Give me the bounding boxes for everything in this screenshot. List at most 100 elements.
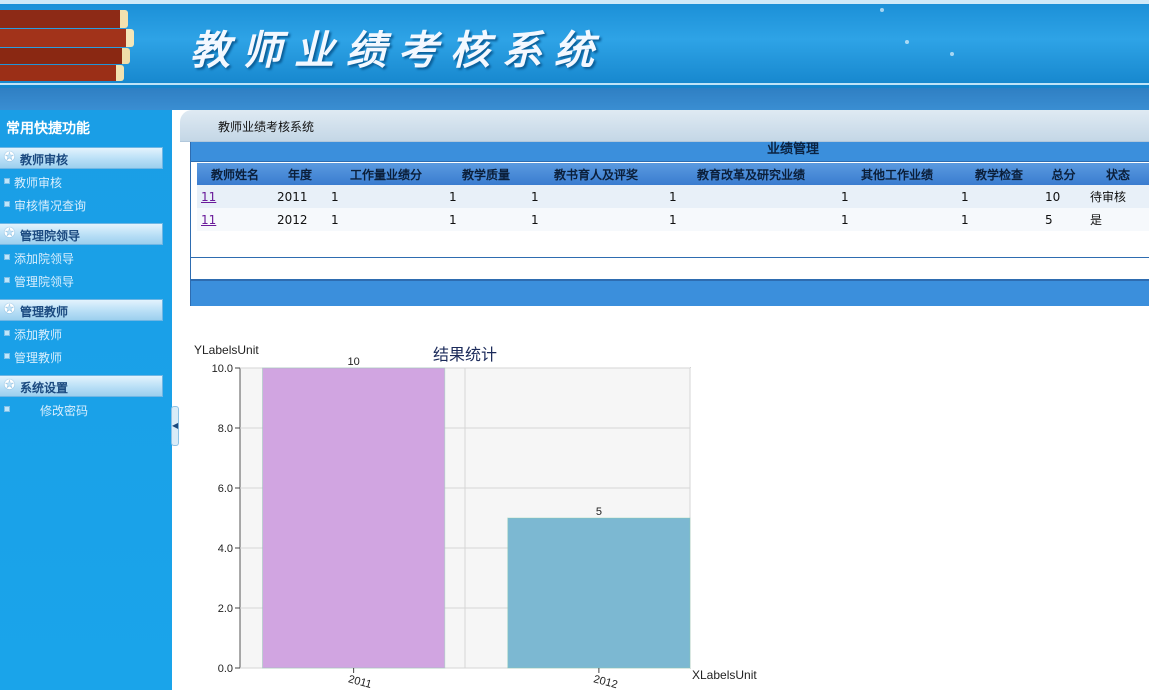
table-cell: 11 — [197, 208, 273, 231]
sidebar-item-review-status-query[interactable]: 审核情况查询 — [0, 194, 163, 214]
column-header: 教书育人及评奖 — [527, 163, 665, 185]
section-system-settings[interactable]: ✪ 系统设置 — [0, 375, 163, 397]
subheader-bar — [0, 88, 1149, 110]
table-cell: 1 — [327, 208, 445, 231]
sidebar-item-label: 教师审核 — [14, 176, 63, 190]
sidebar-item-label: 添加教师 — [14, 328, 63, 342]
column-header: 教育改革及研究业绩 — [665, 163, 837, 185]
y-axis-label: YLabelsUnit — [194, 343, 259, 357]
column-header: 年度 — [273, 163, 327, 185]
y-tick-label: 6.0 — [218, 483, 233, 495]
table-cell: 1 — [665, 208, 837, 231]
column-header: 工作量业绩分 — [327, 163, 445, 185]
column-header: 总分 — [1041, 163, 1086, 185]
teacher-name-link[interactable]: 11 — [201, 213, 216, 227]
table-cell: 1 — [665, 185, 837, 208]
records-panel: 业绩管理 教师姓名 年度 工作量业绩分 教学质量 教书育人及评奖 教育改革及研究… — [190, 142, 1149, 306]
sidebar-title: 常用快捷功能 — [6, 121, 90, 137]
section-manage-teachers[interactable]: ✪ 管理教师 — [0, 299, 163, 321]
sidebar-item-label: 添加院领导 — [14, 252, 75, 266]
sidebar-item-add-leader[interactable]: 添加院领导 — [0, 247, 163, 267]
sidebar-item-manage-teacher[interactable]: 管理教师 — [0, 346, 163, 366]
x-axis-label: XLabelsUnit — [692, 668, 757, 682]
y-tick-label: 2.0 — [218, 603, 233, 615]
y-axis-ticks: 0.0 2.0 4.0 6.0 8.0 10.0 — [212, 363, 240, 675]
table-cell: 5 — [1041, 208, 1086, 231]
table-cell: 1 — [957, 185, 1041, 208]
sidebar-item-manage-leader[interactable]: 管理院领导 — [0, 270, 163, 290]
result-chart: 0.0 2.0 4.0 6.0 8.0 10.0 2011 2012 10 5 结果统计 YL… — [190, 338, 790, 690]
star-icon: ✪ — [4, 226, 15, 241]
column-header: 教师姓名 — [197, 163, 273, 185]
bullet-icon — [4, 201, 10, 207]
table-cell: 是 — [1086, 208, 1149, 231]
x-tick-label: 2011 — [347, 673, 373, 690]
table-cell: 1 — [327, 185, 445, 208]
table-cell: 1 — [445, 208, 527, 231]
sparkle — [905, 40, 909, 44]
bullet-icon — [4, 330, 10, 336]
y-tick-label: 4.0 — [218, 543, 233, 555]
y-tick-label: 10.0 — [212, 363, 233, 375]
star-icon: ✪ — [4, 150, 15, 165]
bullet-icon — [4, 353, 10, 359]
section-label: 教师审核 — [20, 153, 69, 167]
table-cell: 1 — [527, 185, 665, 208]
banner-bottom-rule — [0, 83, 1149, 85]
sparkle — [880, 8, 884, 12]
y-tick-label: 8.0 — [218, 423, 233, 435]
banner-top-rule — [0, 0, 1149, 4]
data-label: 5 — [596, 506, 602, 518]
chart-title: 结果统计 — [433, 346, 497, 364]
x-tick-label: 2012 — [592, 673, 619, 690]
sidebar-item-change-password[interactable]: 修改密码 — [0, 399, 163, 419]
section-label: 管理院领导 — [20, 229, 81, 243]
sparkle — [950, 52, 954, 56]
y-tick-label: 0.0 — [218, 663, 233, 675]
breadcrumb: 教师业绩考核系统 — [180, 110, 1149, 142]
star-icon: ✪ — [4, 378, 15, 393]
table-cell: 1 — [957, 208, 1041, 231]
teacher-name-link[interactable]: 11 — [201, 190, 216, 204]
panel-title: 业绩管理 — [767, 142, 820, 157]
column-header: 状态 — [1086, 163, 1149, 185]
bullet-icon — [4, 277, 10, 283]
table-row: 11 2011 1 1 1 1 1 1 10 待审核 — [197, 185, 1149, 208]
sidebar-item-label: 管理教师 — [14, 351, 63, 365]
table-cell: 1 — [445, 185, 527, 208]
sidebar-item-label: 修改密码 — [40, 404, 89, 418]
table-row: 11 2012 1 1 1 1 1 1 5 是 — [197, 208, 1149, 231]
table-header-row: 教师姓名 年度 工作量业绩分 教学质量 教书育人及评奖 教育改革及研究业绩 其他… — [197, 163, 1149, 185]
sidebar-item-teacher-review[interactable]: 教师审核 — [0, 171, 163, 191]
table-cell: 2011 — [273, 185, 327, 208]
bar-2012 — [507, 517, 691, 669]
column-header: 教学质量 — [445, 163, 527, 185]
header-banner: 教师业绩考核系统 — [0, 0, 1149, 88]
panel-header: 业绩管理 — [191, 142, 1149, 162]
star-icon: ✪ — [4, 302, 15, 317]
column-header: 其他工作业绩 — [837, 163, 957, 185]
section-teacher-review[interactable]: ✪ 教师审核 — [0, 147, 163, 169]
section-label: 管理教师 — [20, 305, 69, 319]
chart-svg: 0.0 2.0 4.0 6.0 8.0 10.0 2011 2012 10 5 结果统计 YL… — [194, 343, 757, 690]
bullet-icon — [4, 406, 10, 412]
section-label: 系统设置 — [20, 381, 69, 395]
column-header: 教学检查 — [957, 163, 1041, 185]
table-cell: 10 — [1041, 185, 1086, 208]
system-title: 教师业绩考核系统 — [190, 27, 606, 74]
table-cell: 1 — [527, 208, 665, 231]
sidebar-item-add-teacher[interactable]: 添加教师 — [0, 323, 163, 343]
bullet-icon — [4, 254, 10, 260]
sidebar-collapse-icon[interactable]: ◀ — [171, 406, 179, 446]
table-cell: 1 — [837, 185, 957, 208]
section-manage-leaders[interactable]: ✪ 管理院领导 — [0, 223, 163, 245]
table-cell: 1 — [837, 208, 957, 231]
sidebar: 常用快捷功能 ✪ 教师审核 教师审核 审核情况查询 ✪ 管理院领导 添加院领导 … — [0, 110, 172, 690]
sidebar-item-label: 管理院领导 — [14, 275, 75, 289]
table-cell: 2012 — [273, 208, 327, 231]
panel-footer — [191, 280, 1149, 306]
records-table: 教师姓名 年度 工作量业绩分 教学质量 教书育人及评奖 教育改革及研究业绩 其他… — [197, 163, 1149, 231]
x-axis-ticks: 2011 2012 — [347, 668, 619, 690]
data-label: 10 — [348, 356, 360, 368]
table-cell: 11 — [197, 185, 273, 208]
